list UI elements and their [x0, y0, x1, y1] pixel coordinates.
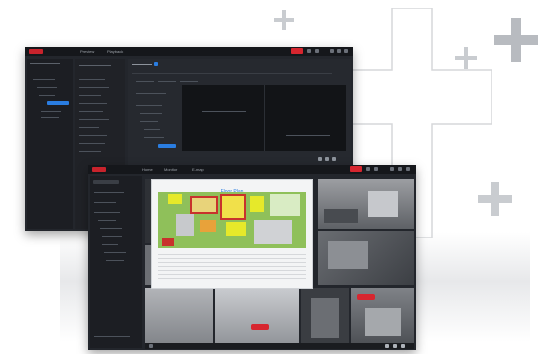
device-tree-panel — [27, 59, 73, 229]
user-icon[interactable] — [315, 49, 319, 53]
video-tile[interactable] — [351, 288, 414, 348]
toolbar-tab[interactable]: Preview — [80, 48, 94, 55]
refresh-icon[interactable] — [332, 157, 336, 161]
video-tile[interactable] — [145, 288, 213, 348]
fullscreen-icon[interactable] — [393, 344, 397, 348]
selected-device[interactable] — [47, 101, 69, 105]
brand-logo — [92, 167, 106, 172]
title-bar: Preview Playback — [25, 47, 353, 56]
plus-icon — [455, 47, 477, 69]
save-button[interactable] — [158, 144, 176, 148]
toolbar-tab[interactable]: Monitor — [164, 166, 177, 173]
next-page-icon[interactable] — [325, 157, 329, 161]
prev-page-icon[interactable] — [318, 157, 322, 161]
alarm-badge[interactable] — [350, 166, 362, 172]
close-icon[interactable] — [344, 49, 348, 53]
minimize-icon[interactable] — [330, 49, 334, 53]
schedule-grid — [182, 85, 346, 151]
floor-plan-map[interactable]: Floor Plan — [151, 179, 313, 289]
toolbar-tab[interactable]: E-map — [192, 166, 204, 173]
close-icon[interactable] — [406, 167, 410, 171]
video-tile[interactable] — [215, 288, 299, 348]
device-list-panel — [90, 176, 142, 348]
video-tile[interactable] — [318, 179, 414, 229]
toolbar-tab[interactable]: Home — [142, 166, 153, 173]
toggle-switch[interactable] — [154, 62, 158, 66]
maximize-icon[interactable] — [337, 49, 341, 53]
alarm-badge[interactable] — [291, 48, 303, 54]
plus-icon — [274, 10, 294, 30]
settings-icon[interactable] — [366, 167, 370, 171]
brand-logo — [29, 49, 43, 54]
video-tile[interactable] — [318, 231, 414, 285]
maximize-icon[interactable] — [398, 167, 402, 171]
bottom-toolbar — [145, 343, 414, 349]
plus-icon — [494, 18, 538, 62]
layout-icon[interactable] — [385, 344, 389, 348]
plus-icon — [478, 182, 512, 216]
front-window: Home Monitor E-map — [88, 165, 416, 350]
video-tile[interactable] — [301, 288, 349, 348]
minimize-icon[interactable] — [390, 167, 394, 171]
toolbar-tab[interactable]: Playback — [107, 48, 123, 55]
search-input[interactable] — [93, 180, 119, 184]
user-icon[interactable] — [374, 167, 378, 171]
settings-icon[interactable] — [401, 344, 405, 348]
record-icon[interactable] — [149, 344, 153, 348]
title-bar: Home Monitor E-map — [88, 165, 416, 174]
settings-icon[interactable] — [307, 49, 311, 53]
